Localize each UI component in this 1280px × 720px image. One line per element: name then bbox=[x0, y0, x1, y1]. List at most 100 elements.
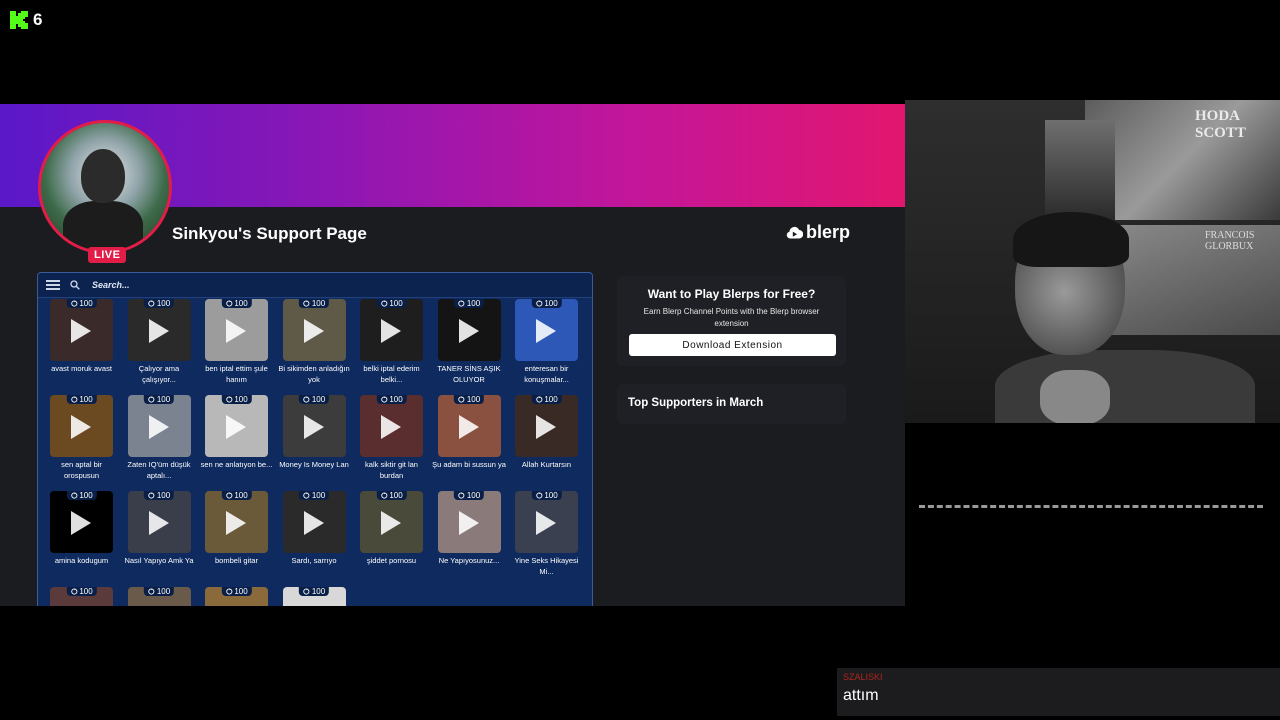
refresh-icon bbox=[225, 396, 232, 403]
sound-thumbnail bbox=[360, 491, 423, 553]
sound-tile[interactable]: 100 avast moruk avast bbox=[50, 299, 113, 385]
refresh-icon bbox=[303, 492, 310, 499]
play-icon bbox=[148, 511, 169, 535]
refresh-icon bbox=[70, 588, 77, 595]
viewer-count: 6 bbox=[33, 10, 43, 29]
point-cost: 100 bbox=[234, 587, 248, 596]
play-icon bbox=[536, 415, 556, 439]
refresh-icon bbox=[303, 396, 310, 403]
play-icon bbox=[458, 415, 479, 439]
play-icon bbox=[303, 511, 324, 535]
sound-tile[interactable]: 100 Ne Yapıyosunuz... bbox=[437, 491, 501, 577]
sound-tile[interactable]: 100 bbox=[50, 587, 113, 606]
wall-poster bbox=[1045, 120, 1115, 220]
point-cost-badge: 100 bbox=[531, 395, 562, 404]
sound-thumbnail bbox=[127, 395, 191, 457]
top-supporters-title: Top Supporters in March bbox=[628, 397, 764, 409]
point-cost-badge: 100 bbox=[66, 491, 97, 500]
refresh-icon bbox=[535, 300, 542, 307]
point-cost-badge: 100 bbox=[298, 299, 330, 308]
sound-tile[interactable]: 100 Çalıyor ama çalışıyor... bbox=[127, 299, 191, 385]
sound-caption: TANER SİNS AŞIK OLUYOR bbox=[437, 364, 501, 384]
sound-tile[interactable]: 100 Money Is Money Lan bbox=[279, 395, 349, 481]
play-icon bbox=[226, 415, 246, 439]
play-icon bbox=[148, 415, 169, 439]
point-cost: 100 bbox=[311, 395, 326, 404]
point-cost: 100 bbox=[466, 395, 481, 404]
point-cost: 100 bbox=[79, 491, 93, 500]
streamer-hand bbox=[1040, 370, 1110, 423]
refresh-icon bbox=[535, 396, 542, 403]
point-cost: 100 bbox=[466, 299, 481, 308]
blerp-cloud-icon bbox=[786, 226, 803, 239]
blerp-support-page: LIVE Sinkyou's Support Page blerp 100 ava… bbox=[0, 104, 905, 606]
sound-thumbnail bbox=[360, 299, 423, 361]
sound-thumbnail bbox=[50, 299, 113, 361]
play-icon bbox=[226, 511, 246, 535]
point-cost-badge: 100 bbox=[143, 491, 175, 500]
chat-message: SZALISKI attım bbox=[837, 668, 1280, 716]
sound-tile[interactable]: 100 bombeli gitar bbox=[205, 491, 268, 577]
sound-tile[interactable]: 100 amina kodugum bbox=[50, 491, 113, 577]
sound-tile[interactable]: 100 Sardı, sarrıyo bbox=[282, 491, 346, 577]
search-input[interactable] bbox=[90, 279, 294, 291]
sound-caption: bombeli gitar bbox=[215, 556, 258, 565]
poster-text: HODA SCOTT bbox=[1195, 108, 1246, 141]
sound-tile[interactable]: 100 bbox=[282, 587, 346, 606]
point-cost-badge: 100 bbox=[221, 395, 252, 404]
point-cost-badge: 100 bbox=[143, 395, 175, 404]
play-icon bbox=[71, 511, 91, 535]
live-badge: LIVE bbox=[88, 247, 127, 263]
kick-logo-icon bbox=[10, 11, 28, 29]
sound-tile[interactable]: 100 ben iptal ettim şule hanım bbox=[205, 299, 268, 385]
page-title: Sinkyou's Support Page bbox=[172, 224, 367, 243]
point-cost: 100 bbox=[234, 395, 248, 404]
menu-icon[interactable] bbox=[46, 280, 60, 290]
sound-thumbnail bbox=[205, 395, 268, 457]
point-cost: 100 bbox=[79, 395, 93, 404]
sound-thumbnail bbox=[50, 491, 113, 553]
point-cost-badge: 100 bbox=[298, 395, 330, 404]
chat-username[interactable]: SZALISKI bbox=[843, 672, 883, 682]
refresh-icon bbox=[303, 588, 310, 595]
download-extension-button[interactable]: Download Extension bbox=[629, 334, 836, 356]
refresh-icon bbox=[70, 492, 77, 499]
sound-thumbnail bbox=[205, 299, 268, 361]
sound-tile[interactable]: 100 TANER SİNS AŞIK OLUYOR bbox=[437, 299, 501, 385]
blerp-logo[interactable]: blerp bbox=[786, 222, 850, 243]
sound-tile[interactable]: 100 belki iptal ederim belki... bbox=[360, 299, 423, 385]
play-icon bbox=[303, 415, 324, 439]
sound-tile[interactable]: 100 enteresan bir konuşmalar... bbox=[515, 299, 578, 385]
point-cost: 100 bbox=[311, 299, 326, 308]
sound-tile[interactable]: 100 Şu adam bi sussun ya bbox=[432, 395, 506, 481]
refresh-icon bbox=[225, 588, 232, 595]
sound-caption: belki iptal ederim belki... bbox=[363, 364, 420, 384]
streamer-hair bbox=[1013, 212, 1129, 267]
refresh-icon bbox=[148, 300, 155, 307]
sound-tile[interactable]: 100 Zaten IQ'üm düşük aptalı... bbox=[127, 395, 191, 481]
promo-title: Want to Play Blerps for Free? bbox=[647, 287, 816, 301]
blerp-logo-text: blerp bbox=[806, 222, 851, 242]
sound-caption: şiddet pornosu bbox=[366, 556, 417, 565]
sound-tile[interactable]: 100 Yine Seks Hikayesi Mi... bbox=[515, 491, 578, 577]
point-cost-badge: 100 bbox=[66, 587, 97, 596]
point-cost: 100 bbox=[234, 491, 248, 500]
point-cost-badge: 100 bbox=[298, 491, 330, 500]
refresh-icon bbox=[458, 300, 465, 307]
sound-tile[interactable]: 100 Bi sikimden anladığın yok bbox=[278, 299, 350, 385]
sound-tile[interactable]: 100 Allah Kurtarsın bbox=[515, 395, 578, 481]
sound-tile[interactable]: 100 kalk siktir git lan burdan bbox=[360, 395, 423, 481]
sound-thumbnail bbox=[282, 299, 346, 361]
sound-tile[interactable]: 100 sen ne anlatıyon be... bbox=[201, 395, 272, 481]
point-cost-badge: 100 bbox=[376, 395, 407, 404]
sound-caption: sen ne anlatıyon be... bbox=[200, 460, 273, 469]
sound-tile[interactable]: 100 şiddet pornosu bbox=[360, 491, 423, 577]
sound-grid: 100 avast moruk avast 100 Çalıyor ama çalış… bbox=[50, 299, 578, 606]
sound-tile[interactable]: 100 sen aptal bir orospusun bbox=[50, 395, 113, 481]
sound-tile[interactable]: 100 bbox=[127, 587, 191, 606]
sound-tile[interactable]: 100 bbox=[205, 587, 268, 606]
webcam-feed: HODA SCOTT FRANCOIS GLORBUX bbox=[905, 100, 1280, 423]
sound-caption: Yine Seks Hikayesi Mi... bbox=[514, 556, 579, 576]
sound-tile[interactable]: 100 Nasıl Yapıyo Amk Ya bbox=[124, 491, 194, 577]
point-cost-badge: 100 bbox=[376, 299, 407, 308]
